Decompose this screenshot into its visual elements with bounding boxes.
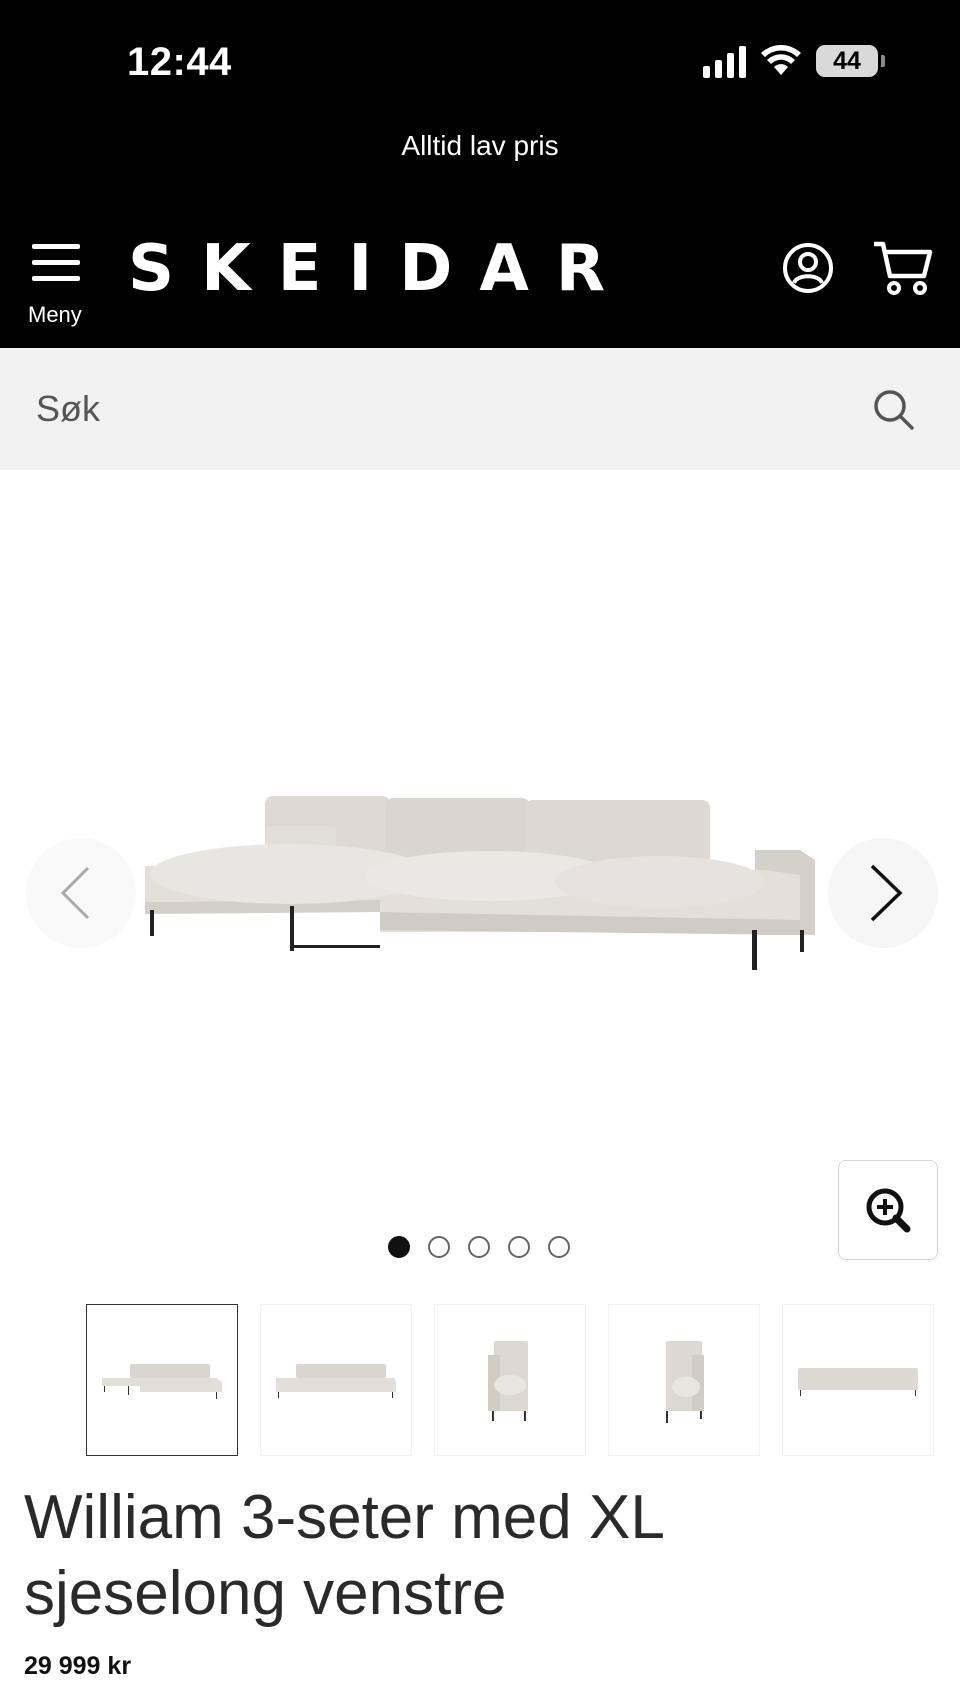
pagination-dot[interactable] xyxy=(428,1236,450,1258)
skeidar-logo[interactable]: SKEIDAR xyxy=(128,232,632,306)
thumbnail-4[interactable] xyxy=(608,1304,760,1456)
thumbnail-sofa-image xyxy=(488,1341,528,1421)
search-input[interactable] xyxy=(36,378,836,440)
previous-image-button[interactable] xyxy=(26,838,136,948)
gallery-pagination xyxy=(388,1236,570,1258)
thumbnail-sofa-image xyxy=(798,1368,918,1396)
pagination-dot[interactable] xyxy=(548,1236,570,1258)
chevron-right-icon xyxy=(870,864,903,922)
promo-text: Alltid lav pris xyxy=(401,130,559,161)
thumbnail-1[interactable] xyxy=(86,1304,238,1456)
thumbnail-sofa-image xyxy=(102,1364,222,1399)
product-price: 29 999 kr xyxy=(24,1652,132,1680)
pagination-dot[interactable] xyxy=(508,1236,530,1258)
top-header: 12:44 44 Alltid lav pris Meny SKEIDAR xyxy=(0,0,960,348)
zoom-button[interactable] xyxy=(838,1160,938,1260)
wifi-icon xyxy=(761,45,801,75)
menu-label: Meny xyxy=(28,302,82,327)
cellular-signal-icon xyxy=(703,44,746,78)
cart-icon[interactable] xyxy=(872,240,934,296)
pagination-dot[interactable] xyxy=(468,1236,490,1258)
battery-indicator: 44 xyxy=(816,45,885,77)
search-icon[interactable] xyxy=(872,388,916,432)
product-image-gallery xyxy=(0,470,960,1270)
thumbnail-5[interactable] xyxy=(782,1304,934,1456)
product-image-sofa[interactable] xyxy=(140,780,820,980)
product-title: William 3-seter med XL sjeselong venstre xyxy=(24,1483,663,1628)
status-time: 12:44 xyxy=(127,40,232,84)
search-bar xyxy=(0,348,960,470)
menu-button[interactable]: Meny xyxy=(28,244,84,330)
next-image-button[interactable] xyxy=(828,838,938,948)
hamburger-icon xyxy=(28,244,84,281)
thumbnail-strip xyxy=(86,1304,934,1456)
account-icon[interactable] xyxy=(782,242,834,294)
chevron-left-icon xyxy=(60,866,90,920)
thumbnail-sofa-image xyxy=(276,1364,396,1398)
thumbnail-2[interactable] xyxy=(260,1304,412,1456)
status-icons: 44 xyxy=(703,44,885,78)
thumbnail-3[interactable] xyxy=(434,1304,586,1456)
zoom-in-icon xyxy=(866,1188,911,1233)
thumbnail-sofa-image xyxy=(666,1341,704,1423)
pagination-dot[interactable] xyxy=(388,1236,410,1258)
